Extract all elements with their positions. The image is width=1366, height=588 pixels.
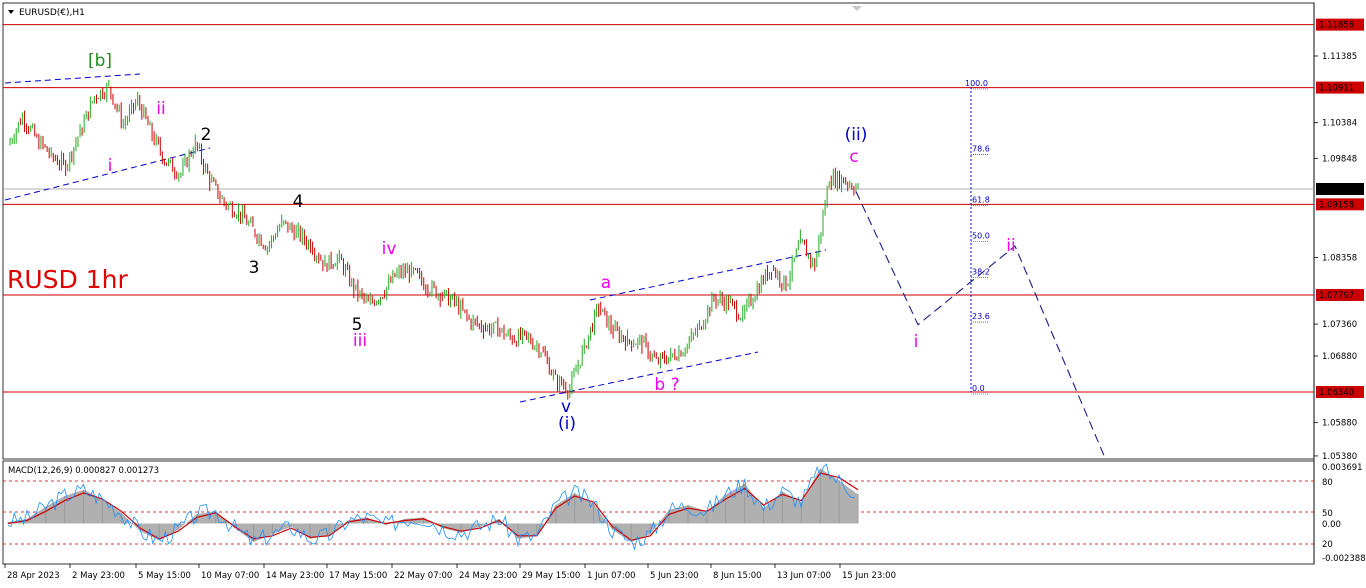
current-price-label: 1.09388 (1319, 185, 1354, 195)
macd-header: MACD(12,26,9) 0.000827 0.001273 (8, 466, 159, 476)
fib-level-label: 100.0 (965, 79, 988, 88)
macd-axis-label: 0.003691 (1322, 463, 1363, 473)
time-axis-label: 22 May 07:00 (394, 571, 452, 581)
wave-label: 2 (201, 125, 212, 145)
wave-label: iii (353, 331, 367, 351)
time-axis-label: 29 May 15:00 (522, 571, 580, 581)
time-axis-label: 24 May 23:00 (459, 571, 517, 581)
wave-label: b ? (654, 375, 679, 395)
wave-label: 3 (249, 258, 260, 278)
time-axis-label: 15 Jun 23:00 (842, 571, 896, 581)
wave-label: (i) (558, 414, 576, 434)
price-axis-label: 1.06880 (1322, 352, 1357, 362)
price-axis-label: 1.05380 (1322, 452, 1357, 462)
price-axis-label: 1.08358 (1322, 254, 1357, 264)
time-axis-label: 5 Jun 23:00 (650, 571, 699, 581)
price-axis-label: 1.05880 (1322, 419, 1357, 429)
time-axis-label: 10 May 07:00 (201, 571, 259, 581)
macd-axis-label: 50 (1322, 509, 1333, 519)
watermark: RUSD 1hr (7, 265, 128, 294)
fib-level-label: 78.6 (972, 144, 990, 153)
fib-level-label: 38.2 (972, 267, 990, 276)
macd-axis-label: 0.00 (1322, 520, 1341, 530)
wave-label: ii (156, 99, 165, 119)
price-axis-label: 1.11385 (1322, 52, 1357, 62)
wave-label: [b] (88, 51, 112, 71)
fib-level-label: 50.0 (972, 232, 990, 241)
wave-label: i (108, 156, 113, 176)
level-price-label: 1.07797 (1319, 291, 1354, 301)
wave-label: (ii) (845, 125, 868, 145)
macd-axis-label: -0.002388 (1322, 554, 1366, 564)
fib-level-label: 61.8 (972, 196, 990, 205)
level-price-label: 1.10911 (1319, 84, 1354, 94)
price-axis-label: 1.07360 (1322, 320, 1357, 330)
price-axis-label: 1.10384 (1322, 119, 1357, 129)
level-price-label: 1.06340 (1319, 388, 1354, 398)
wave-label: 4 (293, 192, 304, 212)
wave-label: c (849, 147, 858, 167)
time-axis-label: 28 Apr 2023 (7, 571, 60, 581)
macd-axis-label: 20 (1322, 540, 1333, 550)
wave-label: a (601, 273, 611, 293)
wave-label: i (914, 332, 919, 352)
level-price-label: 1.09158 (1319, 200, 1354, 210)
price-axis-label: 1.09848 (1322, 154, 1357, 164)
time-axis-label: 5 May 15:00 (138, 571, 191, 581)
time-axis-label: 14 May 23:00 (266, 571, 324, 581)
chart-title: EURUSD(€),H1 (19, 8, 85, 18)
fib-level-label: 0.0 (972, 384, 985, 393)
level-price-label: 1.11856 (1319, 21, 1354, 31)
time-axis-label: 8 Jun 15:00 (713, 571, 762, 581)
macd-axis-label: 80 (1322, 478, 1333, 488)
time-axis-label: 2 May 23:00 (72, 571, 125, 581)
wave-label: ii (1006, 236, 1015, 256)
wave-label: iv (382, 239, 397, 259)
time-axis-label: 1 Jun 07:00 (587, 571, 636, 581)
chart-frame: EURUSD(€),H1 RUSD 1hr 1.11856 1.10911 1.09… (0, 0, 1366, 588)
fib-level-label: 23.6 (972, 312, 990, 321)
time-axis-label: 17 May 15:00 (329, 571, 387, 581)
time-axis-label: 13 Jun 07:00 (777, 571, 831, 581)
